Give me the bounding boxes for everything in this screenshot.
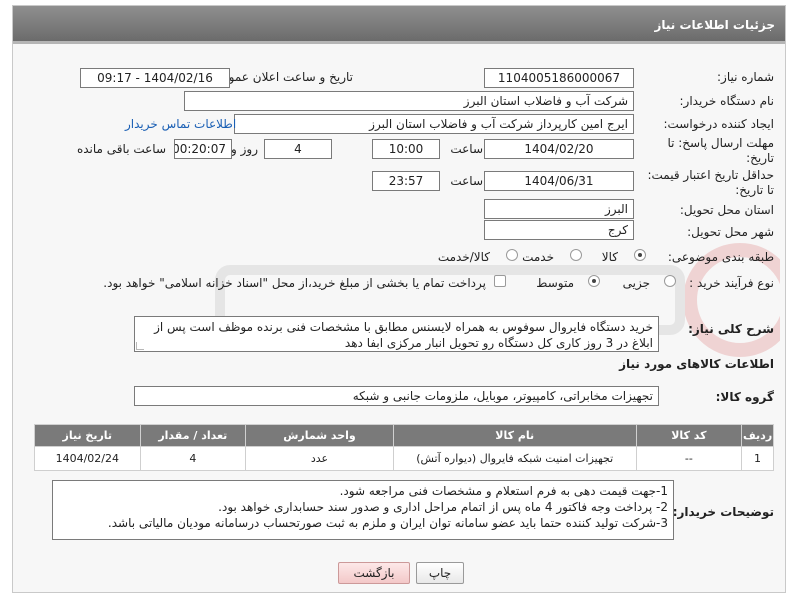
process-radio-minor[interactable] (664, 275, 676, 287)
city-field: کرج (484, 220, 634, 240)
buyer-note-line: 3-شرکت تولید کننده حتما باید عضو سامانه … (107, 516, 668, 530)
deadline-label-line2: تاریخ: (746, 151, 774, 165)
col-unit-header: واحد شمارش (245, 424, 394, 447)
buyer-note-line: 2- پرداخت وجه فاکتور 4 ماه پس از اتمام م… (218, 500, 668, 514)
remaining-time-field: 00:20:07 (174, 139, 232, 159)
category-radio-goods[interactable] (634, 249, 646, 261)
buyer-notes-label: توضیحات خریدار: (672, 505, 774, 519)
deadline-time-field: 10:00 (372, 139, 440, 159)
price-validity-label: حداقل تاریخ اعتبار قیمت: تا تاریخ: (647, 168, 774, 198)
cell-row: 1 (741, 446, 774, 471)
cell-qty: 4 (139, 446, 247, 471)
description-label: شرح کلی نیاز: (688, 322, 774, 336)
process-option-medium: متوسط (536, 276, 574, 290)
remaining-label: ساعت باقی مانده (76, 142, 166, 156)
resize-handle-icon[interactable] (136, 342, 144, 350)
description-textarea[interactable]: خرید دستگاه فایروال سوفوس به همراه لایسن… (134, 316, 659, 352)
panel-title: جزئیات اطلاعات نیاز (13, 6, 785, 44)
need-number-label: شماره نیاز: (717, 70, 774, 84)
province-field: البرز (484, 199, 634, 219)
col-qty-header: تعداد / مقدار (139, 424, 247, 447)
back-button[interactable]: بازگشت (338, 562, 410, 584)
col-name-header: نام کالا (392, 424, 637, 447)
price-validity-time-field: 23:57 (372, 171, 440, 191)
days-label: روز و (231, 142, 258, 156)
col-date-header: تاریخ نیاز (34, 424, 141, 447)
price-validity-line1: حداقل تاریخ اعتبار قیمت: (647, 168, 774, 182)
buyer-contact-link[interactable]: اطلاعات تماس خریدار (125, 117, 236, 131)
cell-unit: عدد (245, 446, 394, 471)
deadline-label-line1: مهلت ارسال پاسخ: تا (667, 136, 774, 150)
price-validity-hour-label: ساعت (450, 174, 483, 188)
print-button[interactable]: چاپ (416, 562, 464, 584)
cell-date: 1404/02/24 (34, 446, 141, 471)
buyer-notes-box: 1-جهت قیمت دهی به فرم استعلام و مشخصات ف… (52, 480, 674, 540)
deadline-date-field: 1404/02/20 (484, 139, 634, 159)
goods-info-title: اطلاعات کالاهای مورد نیاز (619, 357, 774, 371)
cell-code: -- (635, 446, 743, 471)
process-label: نوع فرآیند خرید : (689, 276, 774, 290)
need-number-field: 1104005186000067 (484, 68, 634, 88)
buyer-note-line: 1-جهت قیمت دهی به فرم استعلام و مشخصات ف… (339, 484, 668, 498)
buyer-org-label: نام دستگاه خریدار: (679, 94, 775, 108)
days-field: 4 (264, 139, 332, 159)
price-validity-line2: تا تاریخ: (735, 183, 774, 197)
deadline-label: مهلت ارسال پاسخ: تا تاریخ: (667, 136, 774, 166)
buyer-org-field: شرکت آب و فاضلاب استان البرز (184, 91, 634, 111)
category-option-goods: کالا (601, 250, 618, 264)
goods-group-field: تجهیزات مخابراتی، کامپیوتر، موبایل، ملزو… (134, 386, 659, 406)
payment-note: پرداخت تمام یا بخشی از مبلغ خرید،از محل … (103, 276, 486, 290)
items-table: ردیف کد کالا نام کالا واحد شمارش تعداد /… (34, 424, 774, 471)
province-label: استان محل تحویل: (679, 203, 774, 217)
description-text: خرید دستگاه فایروال سوفوس به همراه لایسن… (154, 320, 653, 350)
creator-field: ایرج امین کارپرداز شرکت آب و فاضلاب استا… (234, 114, 634, 134)
price-validity-date-field: 1404/06/31 (484, 171, 634, 191)
deadline-hour-label: ساعت (450, 142, 483, 156)
col-row-header: ردیف (741, 424, 774, 447)
category-radio-goods-service[interactable] (506, 249, 518, 261)
cell-name: تجهیزات امنیت شبکه فایروال (دیواره آتش) (392, 446, 637, 471)
city-label: شهر محل تحویل: (687, 225, 774, 239)
col-code-header: کد کالا (635, 424, 743, 447)
creator-label: ایجاد کننده درخواست: (663, 117, 774, 131)
category-option-goods-service: کالا/خدمت (437, 250, 490, 264)
category-label: طبقه بندی موضوعی: (667, 250, 774, 264)
table-header-row: ردیف کد کالا نام کالا واحد شمارش تعداد /… (34, 424, 774, 447)
payment-checkbox[interactable] (494, 275, 506, 287)
announce-field: 1404/02/16 - 09:17 (80, 68, 230, 88)
table-row[interactable]: 1 -- تجهیزات امنیت شبکه فایروال (دیواره … (34, 446, 774, 471)
category-radio-service[interactable] (570, 249, 582, 261)
process-radio-medium[interactable] (588, 275, 600, 287)
category-option-service: خدمت (522, 250, 554, 264)
process-option-minor: جزیی (622, 276, 650, 290)
goods-group-label: گروه کالا: (715, 390, 774, 404)
